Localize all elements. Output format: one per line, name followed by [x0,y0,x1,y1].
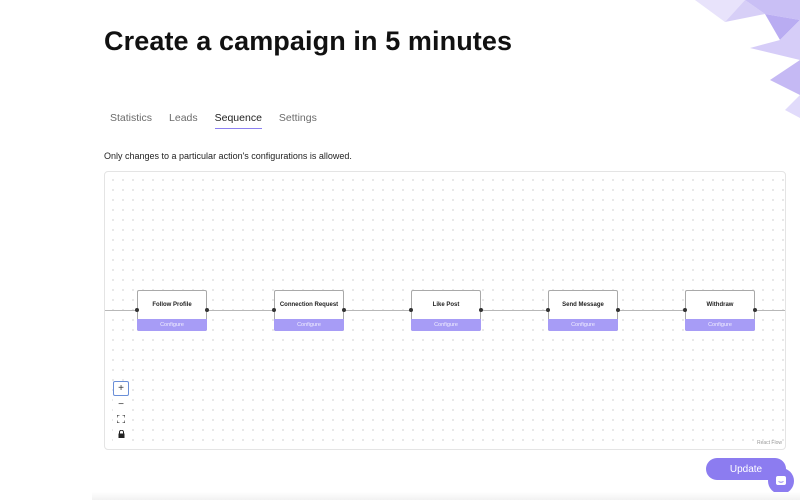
node-title: Follow Profile [152,302,192,308]
flow-node-like-post[interactable]: Like Post Configure [409,290,483,331]
flow-node-send-message[interactable]: Send Message Configure [546,290,620,331]
fit-view-icon[interactable] [113,412,129,426]
react-flow-attribution[interactable]: React Flow [757,440,782,446]
node-output-handle[interactable] [342,308,346,312]
flow-node-follow-profile[interactable]: Follow Profile Configure [135,290,209,331]
tab-settings[interactable]: Settings [279,112,317,129]
chat-glyph [776,476,786,485]
node-output-handle[interactable] [753,308,757,312]
zoom-out-button[interactable]: − [113,397,129,411]
node-input-handle[interactable] [409,308,413,312]
flow-node-withdraw[interactable]: Withdraw Configure [683,290,757,331]
configure-button[interactable]: Configure [548,319,618,331]
zoom-in-button[interactable]: + [113,381,129,396]
tab-leads[interactable]: Leads [169,112,198,129]
node-title: Withdraw [706,302,734,308]
bottom-shadow [92,492,800,500]
fit-view-glyph [117,415,125,423]
decorative-purple-shards [695,0,800,118]
node-title: Send Message [562,302,604,308]
left-gutter [0,0,92,500]
flow-canvas[interactable]: Follow Profile Configure Connection Requ… [104,171,786,450]
sequence-notice: Only changes to a particular action's co… [104,151,352,161]
node-title: Like Post [432,302,460,308]
tab-statistics[interactable]: Statistics [110,112,152,129]
lock-glyph [118,430,124,438]
campaign-tabs: Statistics Leads Sequence Settings [110,112,334,129]
page-title: Create a campaign in 5 minutes [104,26,513,56]
node-input-handle[interactable] [683,308,687,312]
flow-node-connection-request[interactable]: Connection Request Configure [272,290,346,331]
node-output-handle[interactable] [479,308,483,312]
flow-controls: + − [113,381,129,442]
configure-button[interactable]: Configure [137,319,207,331]
node-input-handle[interactable] [546,308,550,312]
node-title: Connection Request [279,302,339,308]
configure-button[interactable]: Configure [685,319,755,331]
node-input-handle[interactable] [272,308,276,312]
node-output-handle[interactable] [205,308,209,312]
tab-sequence[interactable]: Sequence [214,112,262,129]
node-input-handle[interactable] [135,308,139,312]
lock-icon[interactable] [113,427,129,441]
node-output-handle[interactable] [616,308,620,312]
configure-button[interactable]: Configure [274,319,344,331]
configure-button[interactable]: Configure [411,319,481,331]
chat-icon[interactable] [768,468,794,494]
